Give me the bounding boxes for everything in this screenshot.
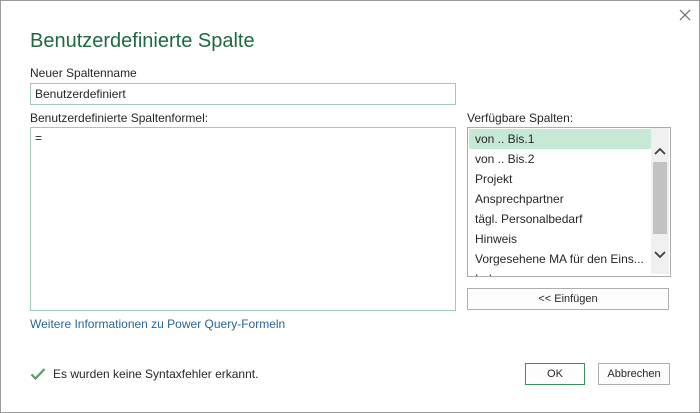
cancel-button[interactable]: Abbrechen	[598, 363, 670, 385]
dialog-title: Benutzerdefinierte Spalte	[30, 30, 255, 52]
list-item[interactable]: tägl. Personalbedarf	[469, 209, 653, 229]
list-item[interactable]: Ansprechpartner	[469, 189, 653, 209]
scroll-up-button[interactable]	[651, 142, 669, 160]
checkmark-icon	[30, 368, 46, 381]
insert-button[interactable]: << Einfügen	[467, 288, 669, 310]
chevron-up-icon	[654, 147, 666, 155]
list-scrollbar[interactable]	[651, 128, 669, 274]
syntax-status: Es wurden keine Syntaxfehler erkannt.	[30, 367, 258, 381]
scroll-thumb[interactable]	[653, 162, 667, 234]
custom-column-dialog: Benutzerdefinierte Spalte Neuer Spaltenn…	[0, 0, 700, 413]
chevron-down-icon	[654, 251, 666, 259]
new-column-name-label: Neuer Spaltenname	[30, 66, 137, 80]
list-item[interactable]: Projekt	[469, 169, 653, 189]
list-item[interactable]: von .. Bis.2	[469, 149, 653, 169]
list-item[interactable]: Hinweis	[469, 229, 653, 249]
custom-formula-label: Benutzerdefinierte Spaltenformel:	[30, 111, 209, 125]
close-button[interactable]	[675, 5, 695, 25]
available-columns-label: Verfügbare Spalten:	[467, 111, 574, 125]
syntax-status-text: Es wurden keine Syntaxfehler erkannt.	[53, 367, 259, 381]
list-item[interactable]: von .. Bis.1	[469, 129, 653, 149]
power-query-help-link[interactable]: Weitere Informationen zu Power Query-For…	[30, 317, 285, 331]
custom-formula-input[interactable]: =	[30, 127, 456, 311]
scroll-down-button[interactable]	[651, 246, 669, 264]
ok-button[interactable]: OK	[525, 363, 585, 385]
available-columns-list[interactable]: von .. Bis.1 von .. Bis.2 Projekt Anspre…	[467, 127, 671, 277]
close-icon	[679, 9, 691, 21]
list-item[interactable]: Vorgesehene MA für den Eins...	[469, 249, 653, 269]
new-column-name-input[interactable]	[30, 83, 456, 105]
list-item[interactable]: Index	[469, 269, 653, 276]
